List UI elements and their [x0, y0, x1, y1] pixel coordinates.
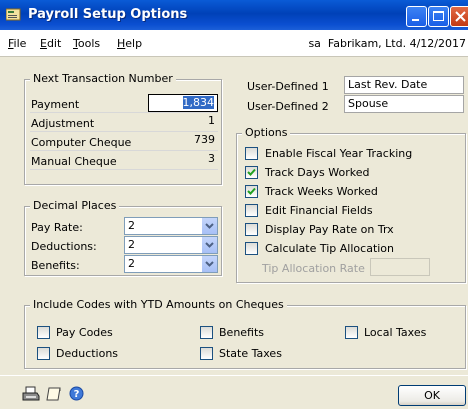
pay-codes-label: Pay Codes — [56, 326, 113, 339]
menu-help[interactable]: Help — [117, 37, 142, 50]
user-defined-1-field[interactable]: Last Rev. Date — [344, 76, 464, 94]
calculate-tip-allocation-checkbox[interactable] — [245, 242, 258, 255]
tip-allocation-rate-label: Tip Allocation Rate — [262, 262, 365, 275]
deductions-ytd-label: Deductions — [56, 347, 119, 360]
minimize-button[interactable] — [406, 6, 427, 27]
deductions-decimal-value: 2 — [128, 238, 135, 251]
pay-rate-label: Pay Rate: — [31, 221, 83, 234]
calculate-tip-allocation-label: Calculate Tip Allocation — [265, 242, 395, 255]
row-divider — [30, 169, 218, 170]
note-icon[interactable] — [46, 386, 62, 402]
local-taxes-checkbox[interactable] — [345, 326, 358, 339]
dropdown-button[interactable] — [201, 256, 217, 272]
benefits-decimal-value: 2 — [128, 257, 135, 270]
benefits-decimal-select[interactable]: 2 — [124, 255, 218, 273]
menu-help-label: elp — [125, 37, 143, 50]
payroll-window-icon — [6, 8, 21, 21]
pay-codes-checkbox[interactable] — [37, 326, 50, 339]
svg-text:?: ? — [74, 389, 80, 400]
chevron-down-icon — [205, 242, 214, 248]
benefits-ytd-label: Benefits — [219, 326, 265, 339]
user-company-date: sa Fabrikam, Ltd. 4/12/2017 — [308, 37, 466, 50]
pay-rate-decimal-value: 2 — [128, 219, 135, 232]
track-days-worked-label: Track Days Worked — [265, 166, 370, 179]
computer-cheque-label: Computer Cheque — [31, 136, 132, 149]
benefits-decimal-label: Benefits: — [31, 259, 80, 272]
menu-file-label: ile — [13, 37, 27, 50]
payment-number-value: 1,834 — [182, 96, 214, 109]
decimal-places-legend: Decimal Places — [30, 199, 120, 212]
ok-button[interactable]: OK — [398, 385, 466, 406]
dropdown-button[interactable] — [201, 237, 217, 253]
current-company: Fabrikam, Ltd. — [327, 37, 407, 50]
payment-number-field[interactable]: 1,834 — [148, 94, 218, 112]
checkmark-icon — [247, 168, 256, 176]
user-defined-2-label: User-Defined 2 — [247, 100, 329, 113]
ytd-codes-legend: Include Codes with YTD Amounts on Cheque… — [30, 298, 287, 311]
deductions-ytd-checkbox[interactable] — [37, 347, 50, 360]
enable-fiscal-year-checkbox[interactable] — [245, 147, 258, 160]
close-icon — [455, 11, 466, 22]
display-pay-rate-checkbox[interactable] — [245, 223, 258, 236]
minimize-icon — [412, 19, 419, 21]
menu-edit-label: dit — [46, 37, 62, 50]
computer-cheque-number-field[interactable]: 739 — [148, 132, 218, 150]
chevron-down-icon — [205, 223, 214, 229]
deductions-decimal-select[interactable]: 2 — [124, 236, 218, 254]
title-bar[interactable]: Payroll Setup Options — [0, 0, 468, 30]
adjustment-label: Adjustment — [31, 117, 95, 130]
payroll-setup-options-window: Payroll Setup Options File Edit Tools He… — [0, 0, 468, 409]
next-transaction-legend: Next Transaction Number — [30, 72, 176, 85]
checkmark-icon — [247, 187, 256, 195]
menu-tools-label: ools — [77, 37, 101, 50]
user-defined-2-field[interactable]: Spouse — [344, 95, 464, 113]
enable-fiscal-year-label: Enable Fiscal Year Tracking — [265, 147, 413, 160]
track-days-worked-checkbox[interactable] — [245, 166, 258, 179]
benefits-ytd-checkbox[interactable] — [200, 326, 213, 339]
manual-cheque-number-field[interactable]: 3 — [148, 151, 218, 169]
display-pay-rate-label: Display Pay Rate on Trx — [265, 223, 394, 236]
window-title: Payroll Setup Options — [28, 7, 188, 22]
options-legend: Options — [242, 126, 291, 139]
printer-icon[interactable] — [22, 386, 40, 402]
tip-allocation-rate-field — [370, 258, 430, 276]
close-button[interactable] — [450, 6, 468, 27]
maximize-icon — [433, 11, 444, 21]
deductions-decimal-label: Deductions: — [31, 240, 97, 253]
dropdown-button[interactable] — [201, 218, 217, 234]
edit-financial-fields-checkbox[interactable] — [245, 204, 258, 217]
payment-label: Payment — [31, 98, 80, 111]
track-weeks-worked-label: Track Weeks Worked — [265, 185, 378, 198]
edit-financial-fields-label: Edit Financial Fields — [265, 204, 373, 217]
adjustment-number-field[interactable]: 1 — [148, 113, 218, 131]
menu-tools[interactable]: Tools — [73, 37, 100, 50]
state-taxes-checkbox[interactable] — [200, 347, 213, 360]
menu-file[interactable]: File — [8, 37, 26, 50]
menu-bar: File Edit Tools Help sa Fabrikam, Ltd. 4… — [0, 30, 468, 57]
track-weeks-worked-checkbox[interactable] — [245, 185, 258, 198]
state-taxes-label: State Taxes — [219, 347, 282, 360]
menu-edit-accel: E — [40, 37, 47, 50]
help-icon[interactable]: ? — [69, 386, 84, 401]
pay-rate-decimal-select[interactable]: 2 — [124, 217, 218, 235]
chevron-down-icon — [205, 261, 214, 267]
user-date: 4/12/2017 — [409, 37, 466, 50]
maximize-button[interactable] — [428, 6, 449, 27]
manual-cheque-label: Manual Cheque — [31, 155, 117, 168]
user-defined-1-label: User-Defined 1 — [247, 80, 329, 93]
menu-edit[interactable]: Edit — [40, 37, 61, 50]
local-taxes-label: Local Taxes — [364, 326, 427, 339]
current-user: sa — [308, 37, 321, 50]
